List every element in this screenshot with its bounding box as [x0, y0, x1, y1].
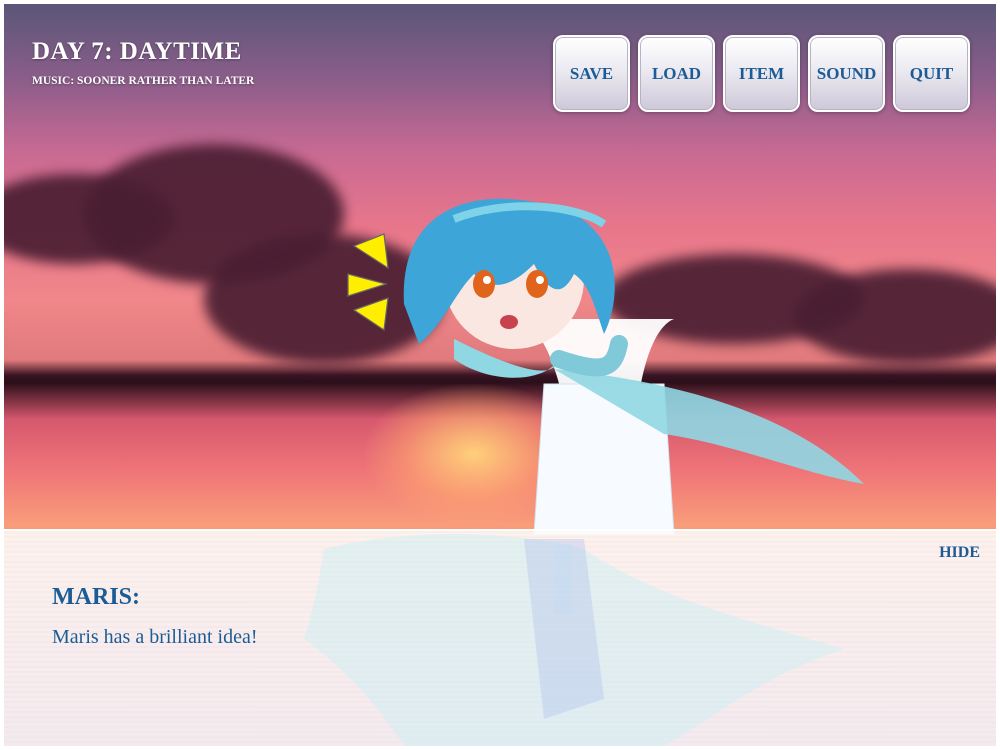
speaker-name: MARIS: [52, 584, 140, 610]
sound-button[interactable]: SOUND [808, 35, 885, 112]
hide-button[interactable]: HIDE [939, 544, 980, 562]
game-menu: SAVE LOAD ITEM SOUND QUIT [553, 35, 970, 112]
game-scene: DAY 7: DAYTIME MUSIC: SOONER RATHER THAN… [4, 4, 996, 746]
music-label: MUSIC: SOONER RATHER THAN LATER [32, 75, 255, 87]
dress-overlay [304, 534, 844, 746]
load-button[interactable]: LOAD [638, 35, 715, 112]
item-button[interactable]: ITEM [723, 35, 800, 112]
day-title: DAY 7: DAYTIME [32, 38, 242, 65]
save-button[interactable]: SAVE [553, 35, 630, 112]
dialog-text: Maris has a brilliant idea! [52, 626, 258, 648]
quit-button[interactable]: QUIT [893, 35, 970, 112]
scene-header: DAY 7: DAYTIME MUSIC: SOONER RATHER THAN… [32, 38, 254, 87]
